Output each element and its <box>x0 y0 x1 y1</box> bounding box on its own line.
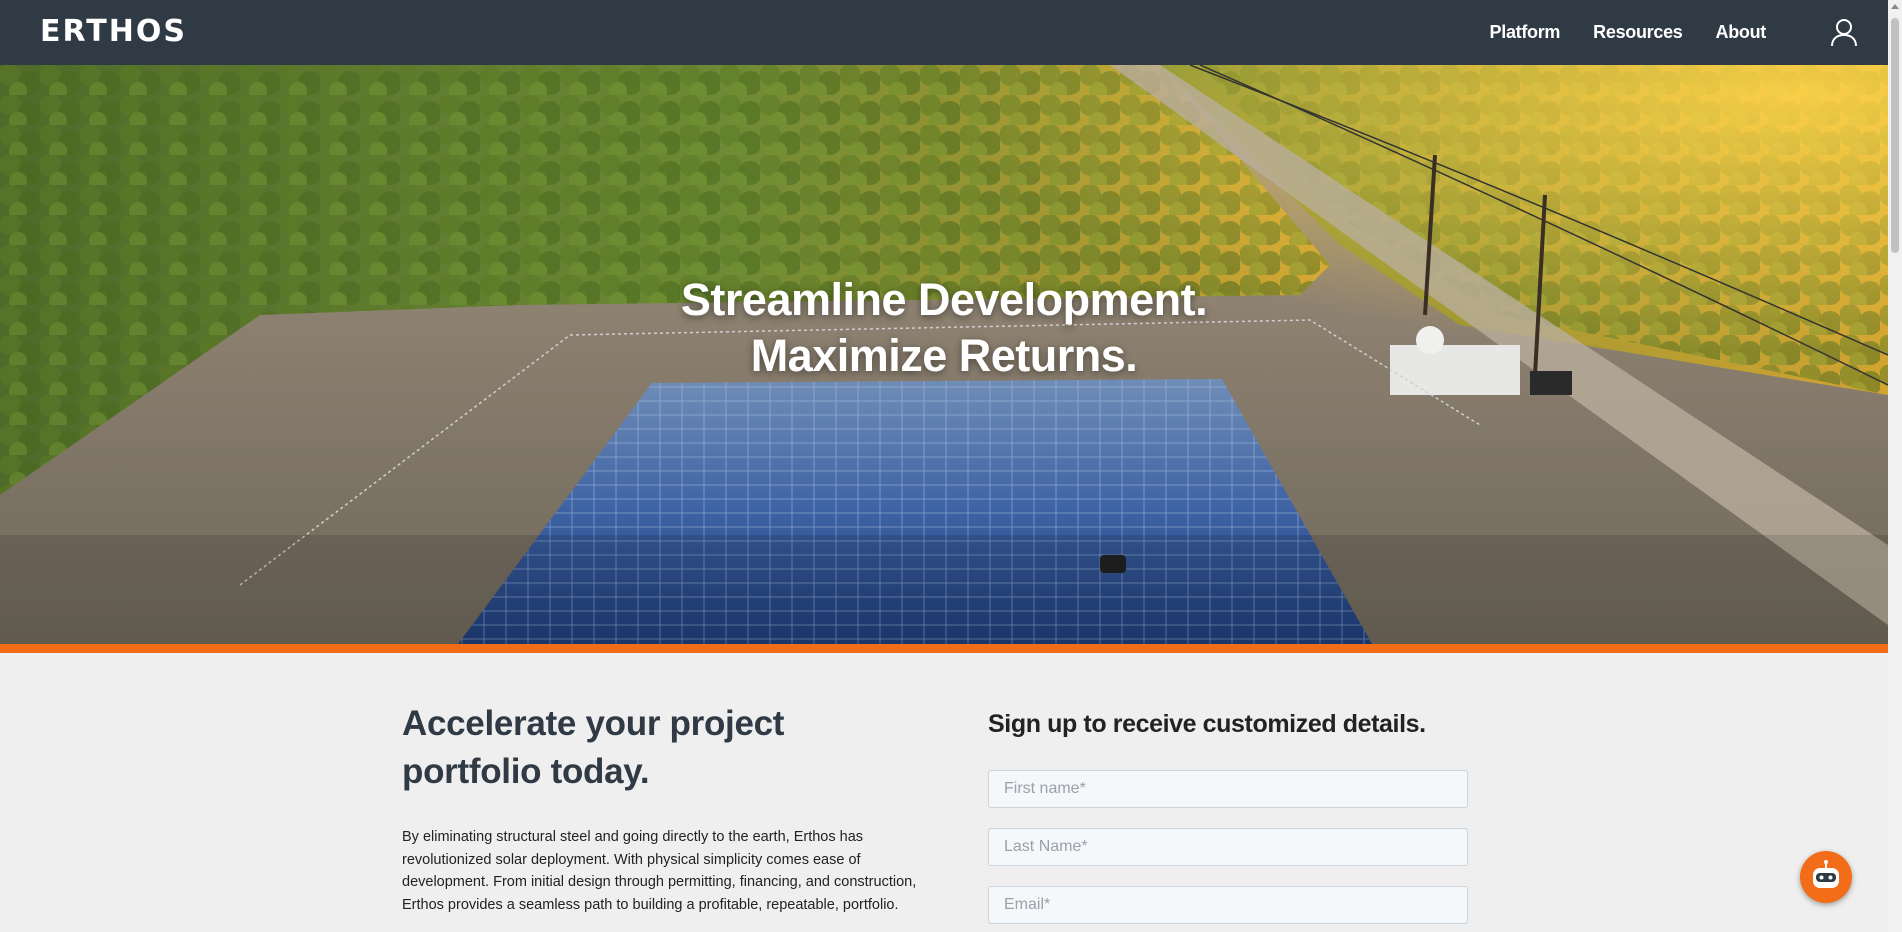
user-icon[interactable] <box>1830 18 1858 48</box>
nav-links: Platform Resources About <box>1490 0 1767 65</box>
signup-form-title: Sign up to receive customized details. <box>988 710 1426 738</box>
last-name-field[interactable] <box>988 828 1468 866</box>
page-scrollbar[interactable] <box>1888 0 1902 932</box>
hero-headline: Streamline Development. Maximize Returns… <box>0 272 1888 384</box>
section-heading: Accelerate your project portfolio today. <box>402 704 785 791</box>
nav-about-link[interactable]: About <box>1716 22 1767 43</box>
scrollbar-thumb[interactable] <box>1891 18 1899 253</box>
hero-line-2: Maximize Returns. <box>750 330 1138 381</box>
first-name-field[interactable] <box>988 770 1468 808</box>
robot-icon <box>1813 860 1839 888</box>
orange-divider <box>0 644 1888 653</box>
chat-button[interactable] <box>1800 851 1852 903</box>
top-nav: ERTHOS Platform Resources About <box>0 0 1888 65</box>
hero-banner: Streamline Development. Maximize Returns… <box>0 65 1888 644</box>
email-field[interactable] <box>988 886 1468 924</box>
section-body-text: By eliminating structural steel and goin… <box>402 829 917 913</box>
hero-line-1: Streamline Development. <box>680 274 1208 325</box>
erthos-logo[interactable]: ERTHOS <box>40 14 187 49</box>
nav-platform-link[interactable]: Platform <box>1490 22 1561 43</box>
scroll-up-arrow-icon[interactable] <box>1891 4 1899 9</box>
nav-resources-link[interactable]: Resources <box>1593 22 1683 43</box>
